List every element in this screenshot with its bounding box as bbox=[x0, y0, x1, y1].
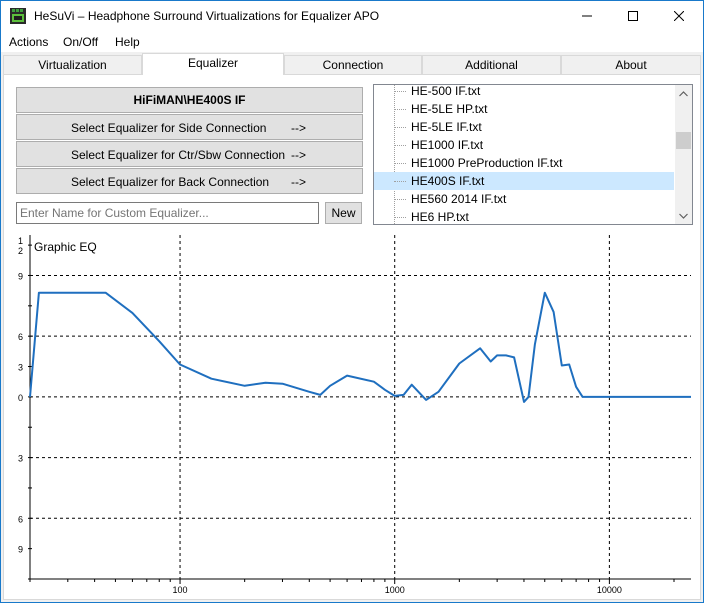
select-ctr-sbw-eq-label: Select Equalizer for Ctr/Sbw Connection bbox=[71, 148, 286, 162]
y-tick-label: 6 bbox=[18, 514, 23, 524]
menu-on-off[interactable]: On/Off bbox=[63, 35, 98, 49]
y-tick-label: 3 bbox=[18, 454, 23, 464]
minimize-button[interactable] bbox=[564, 1, 610, 31]
title-bar[interactable]: HeSuVi – Headphone Surround Virtualizati… bbox=[1, 1, 703, 31]
select-back-eq-label: Select Equalizer for Back Connection bbox=[71, 175, 270, 189]
list-item[interactable]: HE1000 IF.txt bbox=[374, 136, 674, 154]
x-tick-label: 100 bbox=[173, 585, 188, 595]
tree-branch bbox=[394, 163, 406, 164]
select-back-eq-arrow: --> bbox=[291, 175, 306, 189]
tab-about[interactable]: About bbox=[561, 55, 701, 74]
chart-title: Graphic EQ bbox=[34, 240, 97, 254]
list-item-label: HE1000 IF.txt bbox=[411, 138, 484, 152]
list-item[interactable]: HE6 HP.txt bbox=[374, 208, 674, 224]
tab-bar: Virtualization Equalizer Connection Addi… bbox=[3, 53, 701, 75]
list-item-label: HE1000 PreProduction IF.txt bbox=[411, 156, 563, 170]
select-side-eq-arrow: --> bbox=[291, 121, 306, 135]
scroll-up-arrow-icon[interactable] bbox=[675, 85, 692, 102]
scroll-thumb[interactable] bbox=[676, 132, 691, 149]
tree-branch bbox=[394, 127, 406, 128]
tree-branch bbox=[394, 181, 406, 182]
list-item-label: HE-5LE IF.txt bbox=[411, 120, 482, 134]
custom-equalizer-name-input[interactable] bbox=[16, 202, 319, 224]
y-tick-label: 6 bbox=[18, 332, 23, 342]
current-equalizer-label: HiFiMAN\HE400S IF bbox=[16, 87, 363, 113]
select-side-eq-label: Select Equalizer for Side Connection bbox=[71, 121, 267, 135]
select-ctr-sbw-eq-arrow: --> bbox=[291, 148, 306, 162]
select-side-eq-button[interactable]: Select Equalizer for Side Connection --> bbox=[16, 114, 363, 140]
list-item-label: HE-5LE HP.txt bbox=[411, 102, 488, 116]
y-tick-label: 9 bbox=[18, 271, 23, 281]
menu-bar: Actions On/Off Help bbox=[1, 31, 703, 52]
hesuvi-app-icon bbox=[10, 8, 26, 24]
list-item-label: HE400S IF.txt bbox=[411, 174, 485, 188]
scroll-down-arrow-icon[interactable] bbox=[675, 207, 692, 224]
list-item[interactable]: HE-5LE IF.txt bbox=[374, 118, 674, 136]
select-back-eq-button[interactable]: Select Equalizer for Back Connection --> bbox=[16, 168, 363, 194]
equalizer-button-stack: HiFiMAN\HE400S IF Select Equalizer for S… bbox=[16, 87, 363, 195]
tab-virtualization[interactable]: Virtualization bbox=[3, 55, 142, 74]
menu-actions[interactable]: Actions bbox=[9, 35, 48, 49]
list-item[interactable]: HE-500 IF.txt bbox=[374, 84, 674, 100]
maximize-button[interactable] bbox=[610, 1, 656, 31]
list-scrollbar[interactable] bbox=[675, 85, 692, 224]
tree-branch bbox=[394, 145, 406, 146]
tab-equalizer[interactable]: Equalizer bbox=[142, 53, 284, 75]
list-item-label: HE6 HP.txt bbox=[411, 210, 469, 224]
select-ctr-sbw-eq-button[interactable]: Select Equalizer for Ctr/Sbw Connection … bbox=[16, 141, 363, 167]
y-tick-label: 0 bbox=[18, 393, 23, 403]
tree-branch bbox=[394, 91, 406, 92]
x-tick-label: 1000 bbox=[385, 585, 405, 595]
list-item-label: HE560 2014 IF.txt bbox=[411, 192, 507, 206]
tab-connection[interactable]: Connection bbox=[284, 55, 422, 74]
eq-response-line bbox=[29, 291, 691, 403]
list-item-label: HE-500 IF.txt bbox=[411, 84, 481, 98]
y-tick-label: 9 bbox=[18, 545, 23, 555]
list-item-selected[interactable]: HE400S IF.txt bbox=[374, 172, 674, 190]
equalizer-panel: HiFiMAN\HE400S IF Select Equalizer for S… bbox=[3, 74, 701, 600]
y-tick-label: 3 bbox=[18, 363, 23, 373]
close-button[interactable] bbox=[656, 1, 702, 31]
list-item[interactable]: HE560 2014 IF.txt bbox=[374, 190, 674, 208]
menu-help[interactable]: Help bbox=[115, 35, 140, 49]
tab-additional[interactable]: Additional bbox=[422, 55, 561, 74]
tree-branch bbox=[394, 199, 406, 200]
tree-branch bbox=[394, 217, 406, 218]
app-window: HeSuVi – Headphone Surround Virtualizati… bbox=[0, 0, 704, 603]
list-item[interactable]: HE1000 PreProduction IF.txt bbox=[374, 154, 674, 172]
graphic-eq-chart: 1 2 9 6 3 0 3 6 9 100 1000 10000 Graphic EQ bbox=[18, 235, 691, 595]
new-equalizer-button[interactable]: New bbox=[325, 202, 362, 224]
equalizer-file-list[interactable]: HE-500 IF.txt HE-5LE HP.txt HE-5LE IF.tx… bbox=[373, 84, 693, 225]
tree-branch bbox=[394, 109, 406, 110]
y-tick-label: 12 bbox=[18, 236, 23, 256]
list-item[interactable]: HE-5LE HP.txt bbox=[374, 100, 674, 118]
x-tick-label: 10000 bbox=[597, 585, 622, 595]
window-title: HeSuVi – Headphone Surround Virtualizati… bbox=[34, 9, 380, 23]
